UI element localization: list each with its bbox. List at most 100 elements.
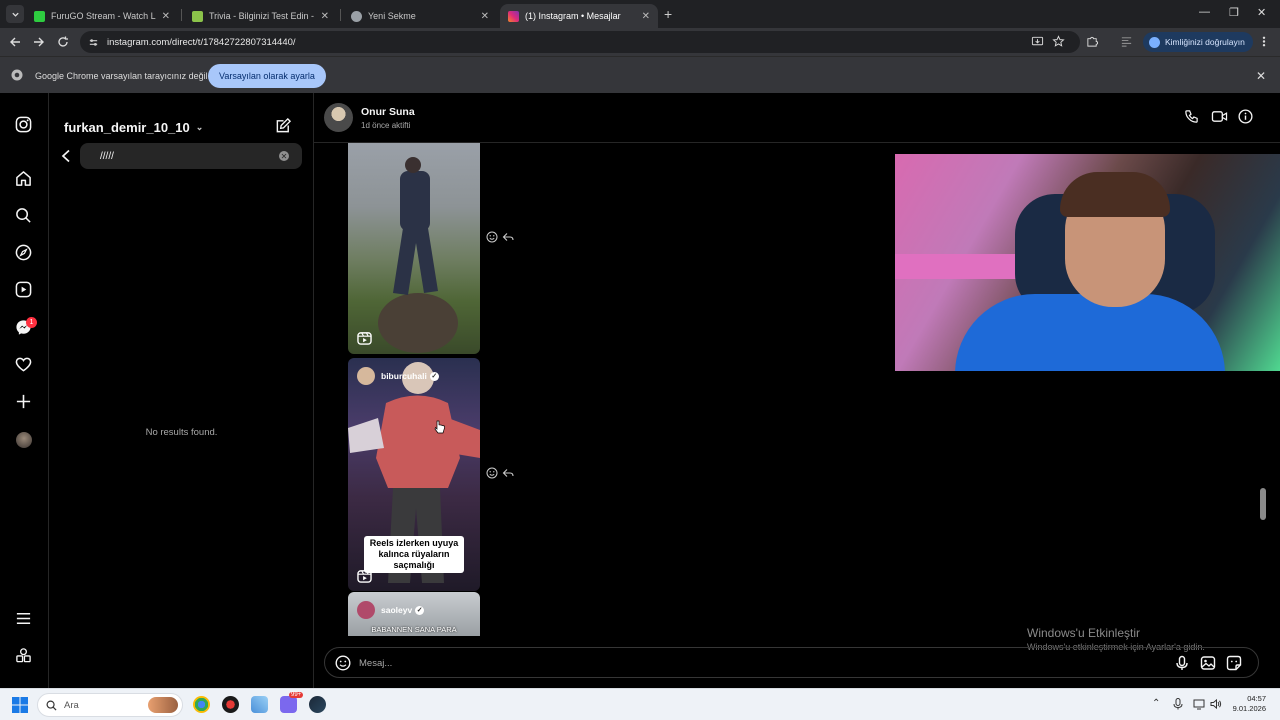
scrollbar-thumb[interactable] — [1260, 488, 1266, 520]
shared-reel[interactable]: biburcuhali ✓ Reels izlerken uyuya kalın… — [348, 358, 480, 591]
taskbar-clock[interactable]: 04:57 9.01.2026 — [1226, 694, 1266, 714]
profile-avatar[interactable] — [16, 432, 32, 448]
windows-start-icon[interactable] — [12, 697, 28, 713]
notification-badge: 1 — [26, 317, 37, 328]
network-icon[interactable] — [1193, 698, 1205, 710]
sticker-icon[interactable] — [1226, 655, 1242, 671]
menu-hamburger-icon[interactable] — [15, 610, 33, 628]
message-composer[interactable]: Mesaj... — [324, 647, 1259, 678]
search-value: ///// — [100, 150, 114, 162]
heart-icon[interactable] — [15, 356, 33, 374]
webcam-person-hair — [1060, 172, 1170, 217]
react-emoji-icon[interactable] — [486, 231, 498, 243]
app-taskbar-icon[interactable] — [222, 696, 239, 713]
contact-status: 1d önce aktifti — [361, 121, 411, 130]
trivia-favicon-icon — [192, 10, 203, 22]
contact-avatar[interactable] — [324, 103, 353, 132]
photo-upload-icon[interactable] — [1200, 655, 1216, 671]
clock-time: 04:57 — [1247, 694, 1266, 703]
discord-taskbar-icon[interactable]: 99+ — [280, 692, 304, 713]
discord-badge: 99+ — [289, 692, 304, 698]
emoji-picker-icon[interactable] — [335, 655, 351, 671]
verified-badge-icon: ✓ — [415, 605, 425, 615]
conversation-info-icon[interactable] — [1238, 109, 1254, 125]
microphone-tray-icon[interactable] — [1173, 698, 1185, 710]
also-from-meta-icon[interactable] — [15, 647, 33, 665]
restore-icon[interactable]: ❐ — [1229, 6, 1239, 19]
reply-arrow-icon[interactable] — [502, 231, 514, 243]
explore-compass-icon[interactable] — [15, 244, 33, 262]
contact-name[interactable]: Onur Suna — [361, 106, 415, 118]
new-tab-button[interactable]: + — [664, 6, 672, 22]
audio-call-icon[interactable] — [1184, 109, 1200, 125]
tab-trivia[interactable]: Trivia - Bilginizi Test Edin - Quiz ✕ — [184, 4, 337, 28]
microphone-icon[interactable] — [1174, 655, 1190, 671]
close-infobar-icon[interactable]: ✕ — [1256, 69, 1266, 83]
infobar-message: Google Chrome varsayılan tarayıcınız değ… — [35, 71, 208, 81]
verified-badge-icon: ✓ — [429, 371, 439, 381]
verify-identity-button[interactable]: Kimliğinizi doğrulayın — [1143, 32, 1253, 52]
clock-date: 9.01.2026 — [1232, 704, 1266, 713]
close-window-icon[interactable]: ✕ — [1257, 6, 1266, 19]
app-taskbar-icon[interactable] — [251, 696, 268, 713]
furugo-favicon-icon — [34, 10, 45, 22]
bookmark-star-icon[interactable] — [1052, 35, 1066, 49]
reply-arrow-icon[interactable] — [502, 467, 514, 479]
react-emoji-icon[interactable] — [486, 467, 498, 479]
steam-taskbar-icon[interactable] — [309, 696, 326, 713]
webcam-background — [895, 254, 1035, 279]
taskbar-search-input[interactable]: Ara — [37, 693, 183, 717]
search-icon[interactable] — [15, 207, 33, 225]
tab-search-button[interactable] — [6, 5, 24, 23]
create-plus-icon[interactable] — [15, 393, 33, 411]
tab-new-tab[interactable]: Yeni Sekme ✕ — [343, 4, 497, 28]
volume-icon[interactable] — [1210, 698, 1222, 710]
chrome-taskbar-icon[interactable] — [193, 696, 210, 713]
chrome-menu-icon[interactable] — [1262, 35, 1276, 49]
shared-reel[interactable] — [348, 143, 480, 354]
shared-reel[interactable]: saoleyv ✓ BABANNEN SANA PARA — [348, 592, 480, 636]
close-tab-icon[interactable]: ✕ — [321, 11, 329, 22]
tab-furugo[interactable]: FuruGO Stream - Watch Live or ✕ — [26, 4, 178, 28]
chevron-down-icon: ⌄ — [195, 122, 204, 132]
reading-mode-icon[interactable] — [1120, 35, 1134, 49]
clear-search-icon[interactable]: ✕ — [279, 151, 289, 161]
back-arrow-icon[interactable] — [8, 35, 22, 49]
chrome-favicon-icon — [351, 10, 362, 22]
close-tab-icon[interactable]: ✕ — [162, 11, 170, 22]
browser-toolbar: instagram.com/direct/t/17842722807314440… — [0, 28, 1280, 56]
close-tab-icon[interactable]: ✕ — [642, 11, 650, 22]
tab-title: (1) Instagram • Mesajlar — [525, 11, 621, 21]
set-default-button[interactable]: Varsayılan olarak ayarla — [208, 64, 326, 88]
search-highlight-image — [148, 697, 178, 713]
instagram-page: 1 furkan_demir_10_10 ⌄ ///// ✕ No result… — [0, 93, 1280, 688]
new-message-icon[interactable] — [275, 117, 293, 135]
browser-tab-strip: FuruGO Stream - Watch Live or ✕ Trivia -… — [0, 0, 1280, 28]
thread-scrollbar[interactable] — [1260, 143, 1266, 637]
forward-arrow-icon[interactable] — [32, 35, 46, 49]
search-input[interactable]: ///// ✕ — [80, 143, 302, 169]
account-switcher[interactable]: furkan_demir_10_10 ⌄ — [64, 120, 203, 135]
tab-instagram[interactable]: (1) Instagram • Mesajlar ✕ — [500, 4, 658, 28]
home-icon[interactable] — [15, 170, 33, 188]
install-app-icon[interactable] — [1031, 35, 1045, 49]
reel-icon — [357, 331, 373, 345]
reload-icon[interactable] — [56, 35, 70, 49]
extensions-puzzle-icon[interactable] — [1086, 35, 1100, 49]
tab-title: Yeni Sekme — [368, 11, 416, 21]
tab-separator — [181, 9, 182, 21]
no-results-text: No results found. — [145, 427, 218, 438]
video-call-icon[interactable] — [1211, 109, 1228, 125]
reels-icon[interactable] — [15, 281, 33, 299]
thread-header: Onur Suna 1d önce aktifti — [314, 93, 1280, 143]
back-chevron-icon[interactable] — [61, 149, 73, 163]
show-hidden-icons-chevron-icon[interactable]: ⌃ — [1152, 698, 1164, 710]
address-bar[interactable]: instagram.com/direct/t/17842722807314440… — [80, 31, 1080, 53]
webcam-overlay — [895, 154, 1280, 371]
search-icon — [46, 700, 57, 711]
close-tab-icon[interactable]: ✕ — [481, 11, 489, 22]
instagram-logo-icon[interactable] — [15, 116, 33, 134]
url-text: instagram.com/direct/t/17842722807314440… — [107, 36, 296, 48]
minimize-icon[interactable]: — — [1199, 6, 1210, 18]
site-settings-icon[interactable] — [88, 37, 99, 48]
